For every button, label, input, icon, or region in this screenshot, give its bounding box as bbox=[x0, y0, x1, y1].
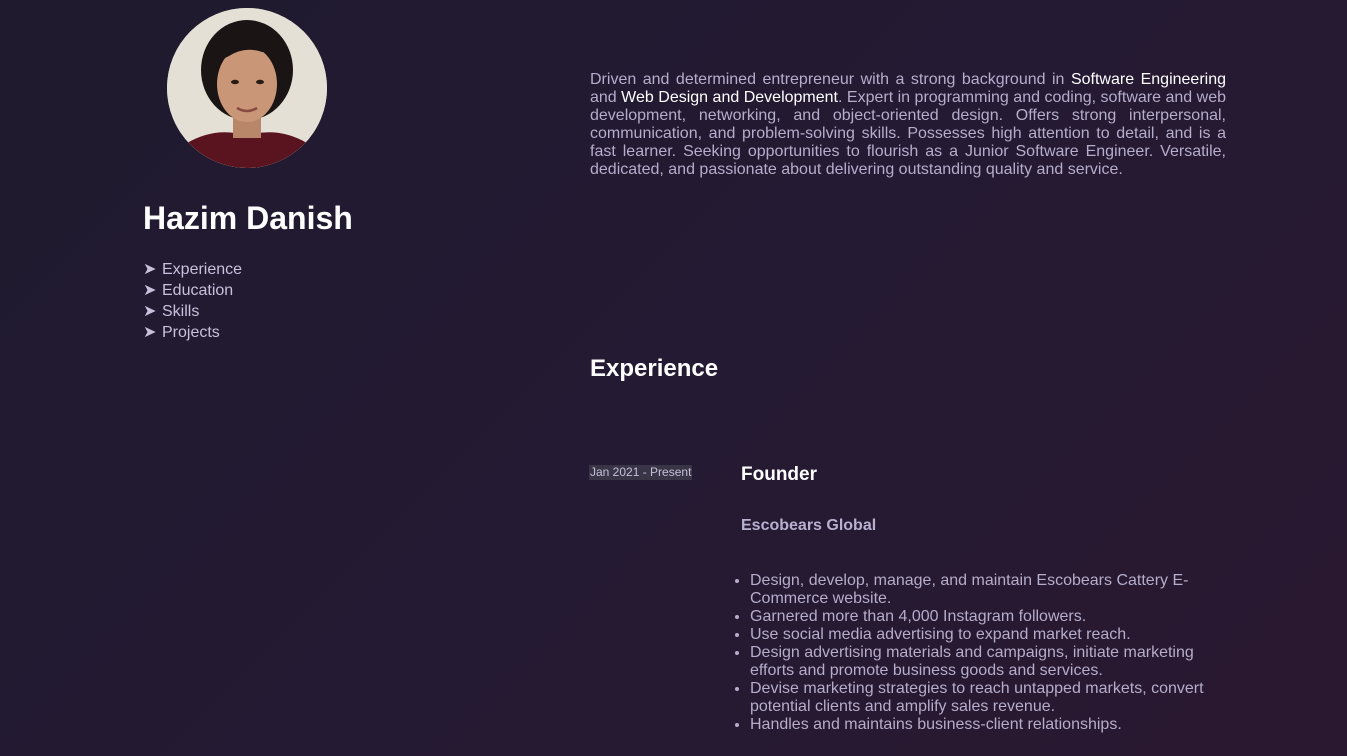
arrow-right-icon: ➤ bbox=[143, 261, 157, 278]
profile-photo-icon bbox=[167, 8, 327, 168]
arrow-right-icon: ➤ bbox=[143, 303, 157, 320]
section-nav: ➤ Experience ➤ Education ➤ Skills ➤ Projects bbox=[143, 259, 242, 343]
profile-avatar bbox=[167, 8, 327, 168]
about-text: and bbox=[590, 89, 622, 106]
arrow-right-icon: ➤ bbox=[143, 324, 157, 341]
job-date: Jan 2021 - Present bbox=[589, 465, 693, 480]
nav-item-projects[interactable]: ➤ Projects bbox=[143, 322, 242, 343]
job-role: Founder bbox=[741, 464, 817, 485]
list-item: Use social media advertising to expand m… bbox=[750, 626, 1220, 644]
list-item: Devise marketing strategies to reach unt… bbox=[750, 680, 1220, 716]
about-highlight: Web Design and Development bbox=[621, 89, 838, 106]
job-duties-list: Design, develop, manage, and maintain Es… bbox=[750, 572, 1220, 734]
list-item: Garnered more than 4,000 Instagram follo… bbox=[750, 608, 1220, 626]
list-item: Design, develop, manage, and maintain Es… bbox=[750, 572, 1220, 608]
arrow-right-icon: ➤ bbox=[143, 282, 157, 299]
about-text: Driven and determined entrepreneur with … bbox=[590, 71, 1071, 88]
about-paragraph: Driven and determined entrepreneur with … bbox=[590, 71, 1226, 179]
about-highlight: Software Engineering bbox=[1070, 71, 1227, 88]
nav-item-education[interactable]: ➤ Education bbox=[143, 280, 242, 301]
nav-item-label: Experience bbox=[162, 261, 243, 278]
job-company: Escobears Global bbox=[741, 517, 877, 534]
nav-item-skills[interactable]: ➤ Skills bbox=[143, 301, 242, 322]
nav-item-label: Projects bbox=[162, 324, 220, 341]
profile-name: Hazim Danish bbox=[143, 200, 353, 236]
nav-item-label: Education bbox=[162, 282, 234, 299]
nav-item-label: Skills bbox=[162, 303, 200, 320]
experience-heading: Experience bbox=[590, 355, 719, 382]
list-item: Design advertising materials and campaig… bbox=[750, 644, 1220, 680]
list-item: Handles and maintains business-client re… bbox=[750, 716, 1220, 734]
nav-item-experience[interactable]: ➤ Experience bbox=[143, 259, 242, 280]
